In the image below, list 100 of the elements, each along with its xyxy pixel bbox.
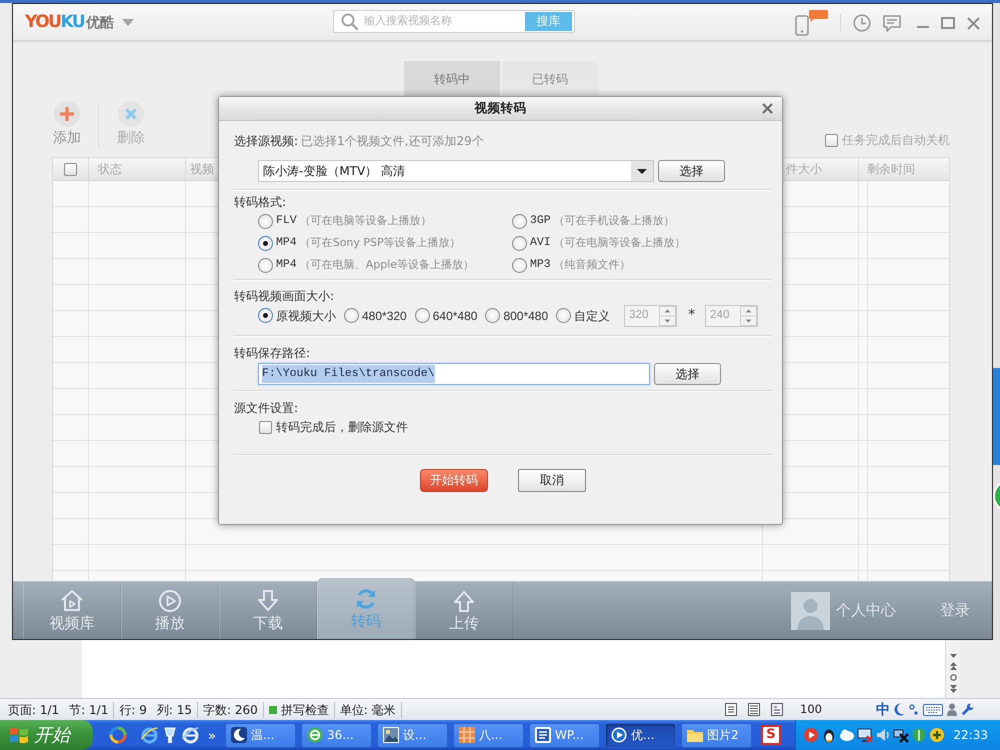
plus-icon	[54, 101, 80, 127]
scrollbar[interactable]	[945, 640, 960, 698]
column-header: 状态	[98, 161, 122, 178]
taskbar-button[interactable]: 设...	[376, 722, 448, 748]
clock: 22:33	[953, 727, 988, 744]
device-icon[interactable]	[164, 726, 176, 744]
close-icon[interactable]	[762, 103, 773, 114]
checkbox-label: 转码完成后，删除源文件	[276, 419, 408, 436]
zoom-level[interactable]: 100	[800, 700, 822, 718]
choose-button[interactable]: 选择	[654, 363, 721, 385]
checkbox[interactable]	[825, 134, 838, 146]
choose-button[interactable]: 选择	[658, 160, 725, 182]
format-name: MP4	[276, 257, 297, 274]
nav-tab[interactable]: 上传	[415, 582, 513, 639]
radio-button[interactable]	[258, 236, 273, 250]
moon-icon[interactable]	[894, 703, 905, 716]
radio-button[interactable]	[512, 214, 527, 228]
format-name: MP4	[276, 235, 297, 252]
nav-tab[interactable]: 播放	[121, 582, 219, 639]
format-note: （可在电脑等设备上播放）	[300, 212, 432, 229]
reading-view-icon[interactable]	[771, 703, 784, 716]
moon-icon	[230, 727, 247, 743]
punctuation-icon[interactable]	[909, 704, 919, 716]
play-icon	[158, 589, 182, 613]
windows-logo-icon	[9, 726, 29, 744]
shield-icon[interactable]	[911, 727, 928, 743]
phone-icon[interactable]	[795, 10, 828, 36]
section-label: 源文件设置:	[234, 400, 298, 416]
app-button[interactable]: S	[760, 725, 781, 745]
download-icon	[256, 589, 280, 613]
caret-icon[interactable]	[122, 18, 134, 26]
colorful-ring-icon[interactable]	[109, 726, 127, 744]
format-name: FLV	[276, 213, 297, 230]
browse-object-icon[interactable]	[950, 674, 956, 681]
search-button[interactable]: 搜库	[525, 12, 572, 31]
page-up-icon[interactable]	[950, 662, 956, 670]
radio-button[interactable]	[258, 214, 273, 228]
browser-icon[interactable]	[141, 726, 158, 744]
format-name: AVI	[530, 235, 551, 252]
tab[interactable]: 已转码	[502, 61, 598, 97]
times-sign: *	[688, 306, 696, 325]
wrench-icon[interactable]	[961, 703, 974, 716]
account-label[interactable]: 个人中心	[836, 599, 896, 622]
select-all-checkbox[interactable]	[64, 162, 77, 176]
path-field[interactable]: F:\Youku Files\transcode\	[258, 363, 650, 385]
taskbar-button[interactable]: 温...	[224, 722, 296, 748]
taskbar-button[interactable]: WP...	[528, 722, 600, 748]
format-note: （可在电脑等设备上播放）	[554, 234, 686, 251]
status-text[interactable]: 拼写检查	[280, 700, 329, 718]
computer-icon[interactable]	[857, 727, 874, 743]
taskbar-button[interactable]: 优...	[604, 722, 676, 748]
size-option-label: 640*480	[432, 308, 478, 324]
maximize-icon[interactable]	[941, 17, 955, 29]
person-icon[interactable]	[947, 703, 957, 716]
status-text: 字数: 260	[202, 702, 258, 718]
radio-button[interactable]	[258, 258, 273, 272]
checkbox[interactable]	[259, 420, 272, 434]
taskbar-button[interactable]: 图片2	[680, 722, 752, 748]
chat-icon[interactable]	[883, 14, 901, 32]
taskbar-button[interactable]: 八...	[452, 722, 524, 748]
section-label: 选择源视频:	[234, 133, 298, 149]
taskbar-button[interactable]: 36...	[300, 722, 372, 748]
login-link[interactable]: 登录	[940, 599, 970, 622]
outline-view-icon[interactable]	[748, 703, 760, 716]
folder-icon	[686, 727, 703, 743]
keyboard-icon[interactable]	[923, 704, 943, 716]
page-view-icon[interactable]	[725, 703, 738, 716]
tab[interactable]: 转码中	[404, 61, 500, 97]
search-field[interactable]: 输入搜索视频名称 搜库	[333, 10, 575, 33]
size-option-label: 800*480	[503, 308, 548, 324]
column-header: 视频	[190, 161, 214, 178]
size-option-label: 480*320	[362, 308, 407, 324]
dropdown-caret-icon[interactable]	[631, 161, 653, 181]
start-button[interactable]: 开始转码	[420, 469, 488, 492]
format-name: 3GP	[530, 213, 551, 230]
cancel-button[interactable]: 取消	[518, 469, 586, 492]
radio-button[interactable]	[512, 258, 527, 272]
nav-tab[interactable]: 视频库	[23, 582, 121, 639]
page-down-icon[interactable]	[950, 685, 956, 693]
status-text: 节: 1/1	[69, 702, 108, 718]
more-button[interactable]: »	[208, 730, 216, 744]
network-icon[interactable]	[893, 727, 910, 743]
video-dropdown[interactable]: 陈小涛-变脸（MTV） 高清	[258, 160, 654, 182]
picture-icon	[382, 727, 399, 743]
clock-icon[interactable]	[853, 14, 871, 32]
radio-button[interactable]	[512, 236, 527, 250]
plus-icon[interactable]	[929, 727, 946, 743]
input-mode-toggle[interactable]: 中	[876, 702, 890, 718]
scroll-down-icon[interactable]	[950, 654, 956, 658]
format-name: MP3	[530, 257, 551, 274]
search-icon	[341, 13, 358, 30]
play-icon	[610, 727, 627, 743]
section-label: 转码保存路径:	[234, 345, 310, 361]
start-button[interactable]: 开始	[0, 720, 93, 750]
add-button[interactable]: 添加	[52, 101, 82, 147]
refresh-icon	[354, 587, 378, 611]
play-icon[interactable]	[803, 727, 820, 743]
close-icon[interactable]	[967, 16, 980, 30]
status-text: 行: 9	[119, 702, 147, 718]
size-option-label: 原视频大小	[276, 308, 336, 324]
